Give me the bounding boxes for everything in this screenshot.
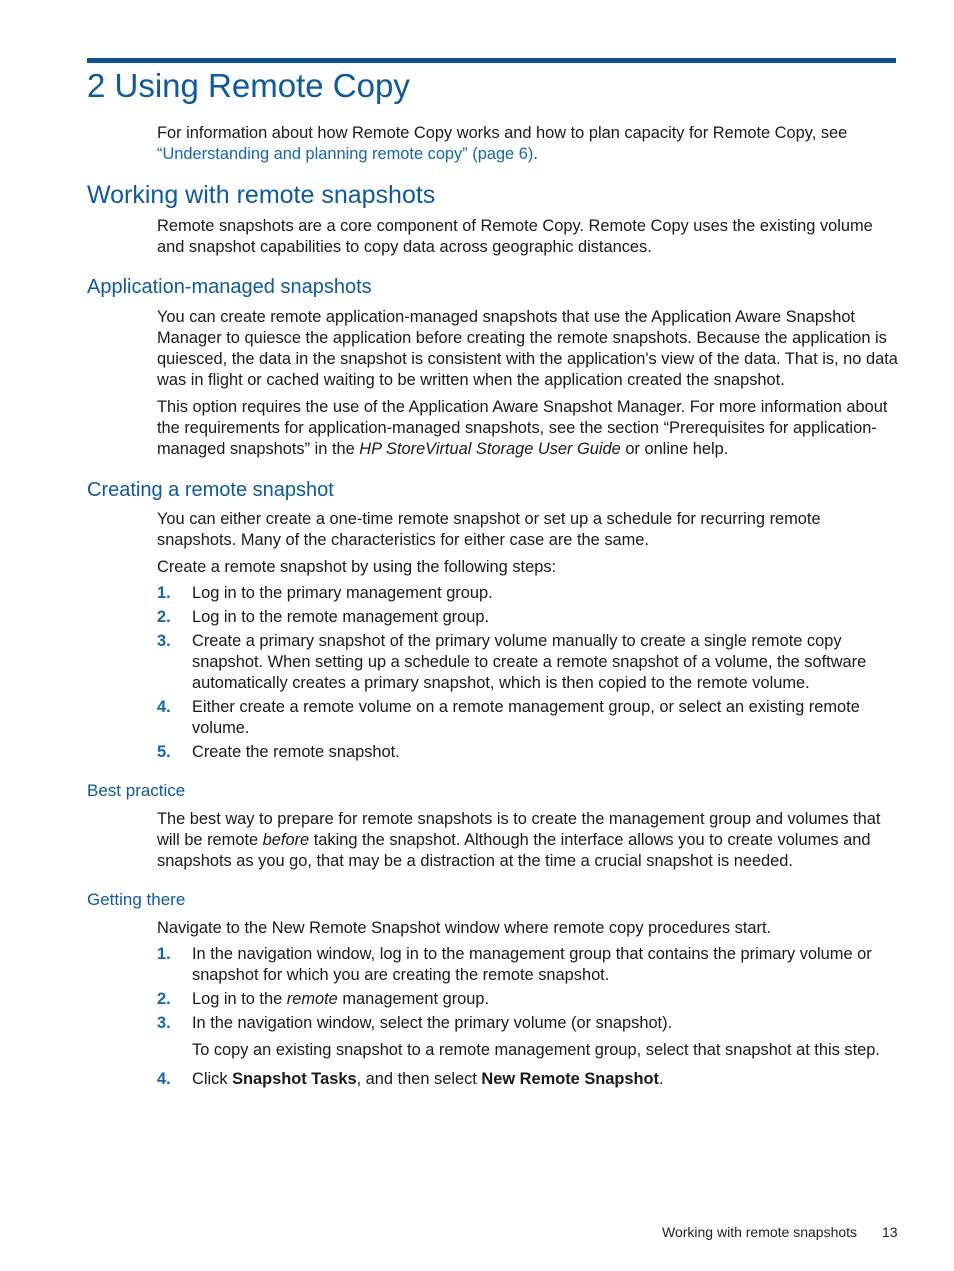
section-title-creating: Creating a remote snapshot <box>87 479 334 501</box>
section-title-getting-there: Getting there <box>87 890 186 909</box>
creating-step: 3. Create a primary snapshot of the prima… <box>157 632 867 692</box>
working-paragraph: Remote snapshots are a core component of… <box>157 217 873 256</box>
footer-section-title: Working with remote snapshots <box>662 1224 858 1240</box>
getting-there-intro: Navigate to the New Remote Snapshot wind… <box>157 919 772 937</box>
app-managed-paragraph-2: This option requires the use of the Appl… <box>157 398 888 458</box>
getting-there-step: 3. In the navigation window, select the p… <box>157 1014 673 1032</box>
section-title-app-managed: Application-managed snapshots <box>87 276 372 298</box>
page-number: 13 <box>882 1224 898 1240</box>
chapter-title: 2 Using Remote Copy <box>87 67 410 104</box>
app-managed-paragraph-1: You can create remote application-manage… <box>157 308 898 389</box>
understanding-planning-link[interactable]: “Understanding and planning remote copy”… <box>157 145 533 163</box>
creating-step: 5. Create the remote snapshot. <box>157 743 400 761</box>
intro-paragraph: For information about how Remote Copy wo… <box>157 124 848 163</box>
section-title-working: Working with remote snapshots <box>87 181 436 209</box>
getting-there-step: 4. Click Snapshot Tasks, and then select … <box>157 1070 664 1088</box>
getting-there-step: 2. Log in to the remote management group. <box>157 990 490 1008</box>
section-title-best-practice: Best practice <box>87 781 186 800</box>
creating-step: 4. Either create a remote volume on a rem… <box>157 698 860 737</box>
creating-step: 2. Log in to the remote management group. <box>157 608 490 626</box>
creating-paragraph-2: Create a remote snapshot by using the fo… <box>157 558 557 576</box>
creating-paragraph-1: You can either create a one-time remote … <box>157 510 821 549</box>
getting-there-step-note: To copy an existing snapshot to a remote… <box>192 1041 880 1059</box>
creating-step: 1. Log in to the primary management group… <box>157 584 493 602</box>
best-practice-paragraph: The best way to prepare for remote snaps… <box>157 810 881 870</box>
getting-there-step: 1. In the navigation window, log in to th… <box>157 945 872 984</box>
